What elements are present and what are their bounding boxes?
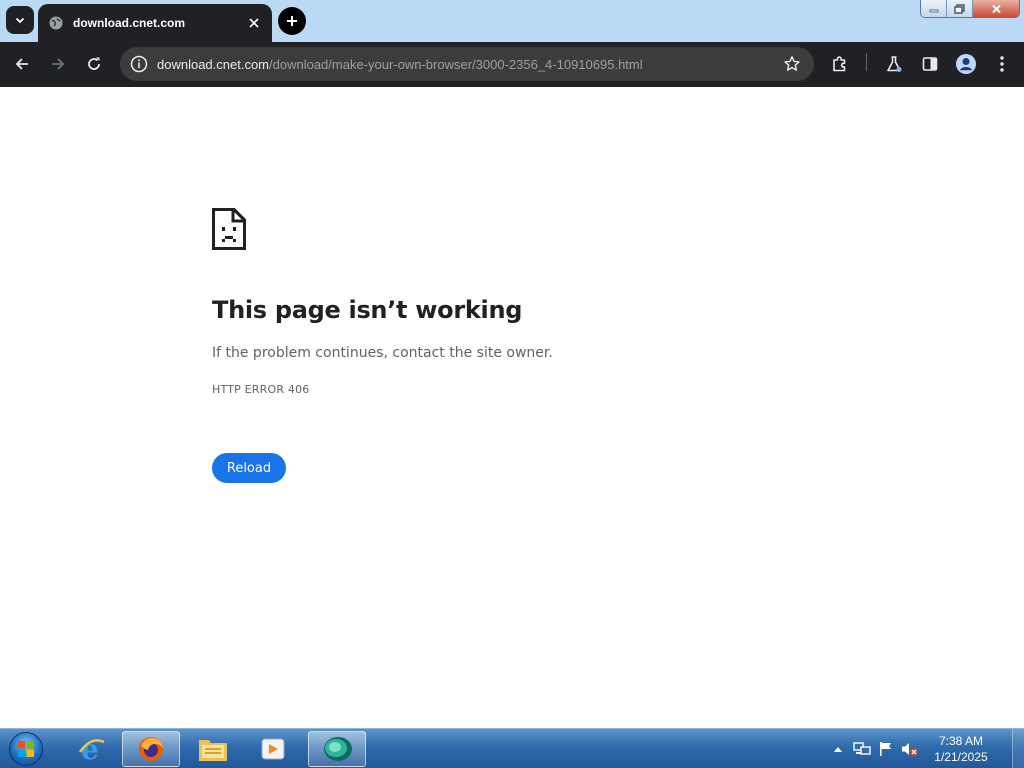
close-window-button[interactable]	[973, 0, 1019, 17]
network-tray-icon[interactable]	[852, 739, 872, 759]
firefox-icon	[139, 737, 163, 761]
system-tray: 7:38 AM 1/21/2025	[826, 729, 1024, 768]
flag-icon	[880, 741, 891, 756]
taskbar: e 7:38 AM 1/21/2025	[0, 728, 1024, 768]
forward-button[interactable]	[44, 50, 72, 78]
system-clock[interactable]: 7:38 AM 1/21/2025	[926, 733, 996, 765]
profile-button[interactable]	[952, 50, 980, 78]
labs-button[interactable]	[880, 50, 908, 78]
close-icon	[991, 4, 1001, 13]
caret-up-icon	[834, 746, 842, 752]
sad-page-icon	[212, 208, 246, 250]
tab-strip: download.cnet.com	[0, 0, 1024, 42]
flask-icon	[887, 56, 902, 72]
avatar-icon	[956, 54, 976, 74]
taskbar-file-explorer[interactable]	[184, 731, 242, 767]
extensions-button[interactable]	[826, 50, 854, 78]
side-panel-icon	[922, 57, 938, 71]
back-arrow-icon	[15, 58, 28, 70]
speaker-muted-icon	[902, 742, 918, 756]
info-icon[interactable]	[129, 54, 149, 74]
minimize-button[interactable]	[921, 0, 947, 17]
back-button[interactable]	[8, 50, 36, 78]
browser-tab[interactable]: download.cnet.com	[38, 4, 272, 42]
address-bar[interactable]: download.cnet.com/download/make-your-own…	[120, 47, 814, 81]
minimize-icon	[929, 9, 938, 12]
restore-icon	[954, 3, 965, 14]
reload-page-button[interactable]: Reload	[212, 453, 286, 483]
url-path: /download/make-your-own-browser/3000-235…	[269, 56, 643, 72]
taskbar-chrome[interactable]	[308, 731, 366, 767]
toolbar-divider	[866, 53, 867, 71]
taskbar-internet-explorer[interactable]: e	[62, 731, 120, 767]
chevron-down-icon	[15, 17, 25, 24]
volume-tray-icon[interactable]	[900, 739, 920, 759]
file-explorer-icon	[199, 740, 227, 761]
windows-logo-icon	[9, 732, 43, 766]
taskbar-media-player[interactable]	[244, 731, 302, 767]
chrome-icon	[324, 737, 352, 761]
more-vert-icon	[1000, 56, 1004, 72]
globe-icon	[48, 15, 64, 31]
new-tab-button[interactable]	[278, 7, 306, 35]
forward-arrow-icon	[52, 58, 65, 70]
tab-search-button[interactable]	[6, 6, 34, 34]
action-center-tray-icon[interactable]	[876, 739, 896, 759]
puzzle-icon	[833, 56, 846, 72]
menu-button[interactable]	[988, 50, 1016, 78]
start-button[interactable]	[6, 730, 46, 768]
browser-toolbar: download.cnet.com/download/make-your-own…	[0, 42, 1024, 87]
window-controls	[920, 0, 1020, 18]
error-description: If the problem continues, contact the si…	[212, 345, 553, 361]
clock-date: 1/21/2025	[934, 749, 988, 764]
side-panel-button[interactable]	[916, 50, 944, 78]
url-host: download.cnet.com	[157, 56, 270, 72]
reload-button[interactable]	[80, 50, 108, 78]
network-icon	[853, 741, 871, 755]
page-title: This page isn’t working	[212, 296, 523, 324]
media-player-icon	[261, 738, 285, 760]
url-text: download.cnet.com/download/make-your-own…	[157, 57, 643, 72]
internet-explorer-icon: e	[78, 734, 105, 764]
page-content: This page isn’t working If the problem c…	[0, 87, 1024, 728]
clock-time: 7:38 AM	[938, 733, 984, 748]
tab-title: download.cnet.com	[73, 16, 186, 30]
restore-button[interactable]	[947, 0, 973, 17]
close-tab-icon[interactable]	[246, 15, 262, 31]
plus-icon	[287, 16, 297, 26]
show-desktop-button[interactable]	[1012, 729, 1024, 768]
taskbar-firefox[interactable]	[122, 731, 180, 767]
refresh-icon	[88, 57, 100, 70]
error-code: HTTP ERROR 406	[212, 383, 310, 396]
show-hidden-icons-button[interactable]	[828, 739, 848, 759]
bookmark-star-icon[interactable]	[780, 52, 804, 76]
